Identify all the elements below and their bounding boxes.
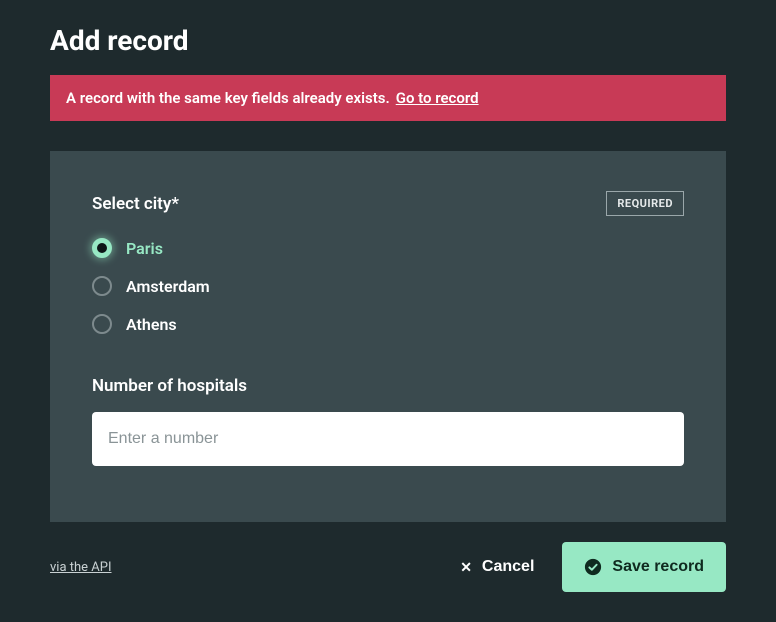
via-api-link[interactable]: via the API xyxy=(50,560,112,575)
error-message: A record with the same key fields alread… xyxy=(66,89,390,107)
radio-option-paris[interactable]: Paris xyxy=(92,238,684,258)
radio-icon xyxy=(92,238,112,258)
hospitals-field-label: Number of hospitals xyxy=(92,376,684,396)
cancel-label: Cancel xyxy=(482,558,534,576)
radio-label: Amsterdam xyxy=(126,277,210,296)
error-banner: A record with the same key fields alread… xyxy=(50,75,726,121)
cancel-button[interactable]: ✕ Cancel xyxy=(460,558,534,576)
page-title: Add record xyxy=(50,24,726,57)
radio-option-amsterdam[interactable]: Amsterdam xyxy=(92,276,684,296)
radio-icon xyxy=(92,314,112,334)
close-icon: ✕ xyxy=(460,560,472,574)
hospitals-input[interactable] xyxy=(92,412,684,466)
city-field-label: Select city* xyxy=(92,194,179,214)
go-to-record-link[interactable]: Go to record xyxy=(396,89,479,107)
form-card: Select city* REQUIRED Paris Amsterdam At… xyxy=(50,151,726,522)
radio-label: Athens xyxy=(126,315,177,334)
save-label: Save record xyxy=(612,558,704,576)
radio-icon xyxy=(92,276,112,296)
save-record-button[interactable]: Save record xyxy=(562,542,726,592)
required-badge: REQUIRED xyxy=(606,191,684,216)
radio-option-athens[interactable]: Athens xyxy=(92,314,684,334)
city-radio-group: Paris Amsterdam Athens xyxy=(92,238,684,334)
check-circle-icon xyxy=(584,558,602,576)
radio-label: Paris xyxy=(126,239,163,258)
